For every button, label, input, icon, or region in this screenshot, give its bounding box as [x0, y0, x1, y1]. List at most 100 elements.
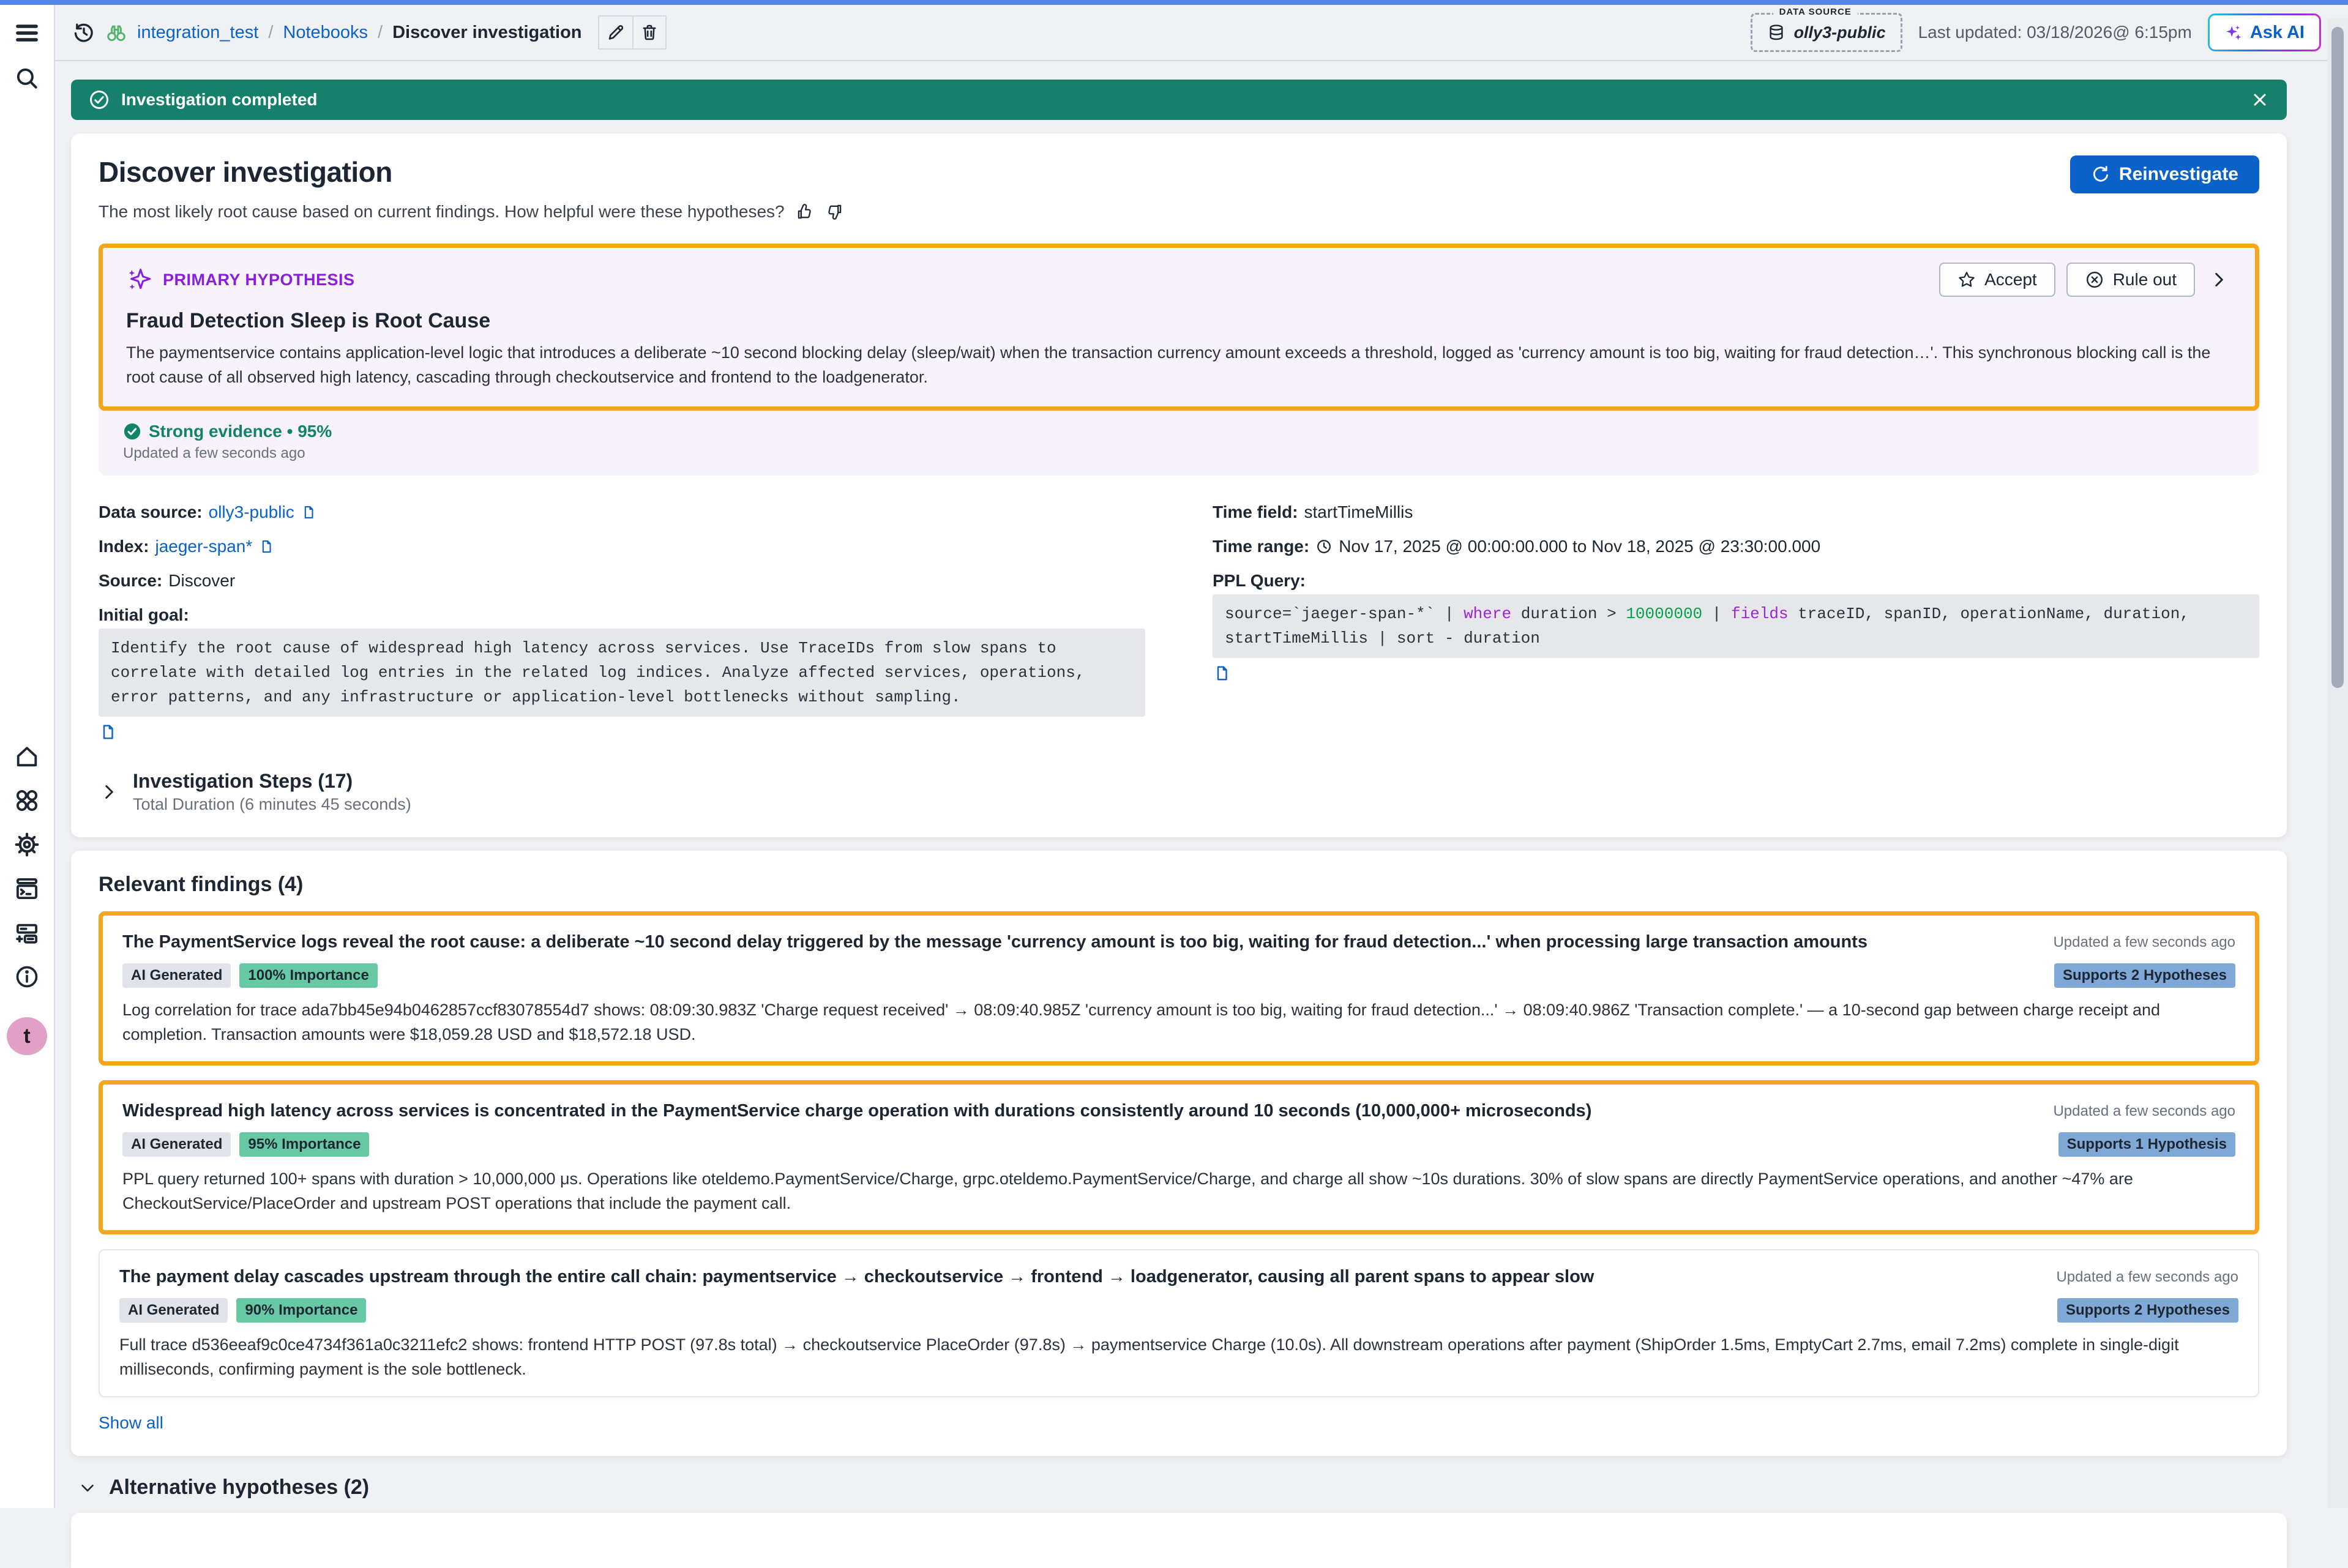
show-all-link[interactable]: Show all: [99, 1413, 163, 1433]
clock-icon: [1315, 538, 1333, 555]
data-source-chip[interactable]: DATA SOURCE olly3-public: [1751, 13, 1902, 52]
menu-hamburger-icon[interactable]: [12, 18, 42, 48]
data-source-label: Data source:: [99, 502, 203, 522]
next-hypothesis-chevron-icon[interactable]: [2206, 269, 2232, 290]
ppl-number: 10000000: [1626, 605, 1702, 623]
left-sidebar: t: [0, 5, 55, 1508]
page-title: Discover investigation: [99, 155, 392, 189]
supports-hypotheses-badge: Supports 2 Hypotheses: [2057, 1298, 2238, 1323]
search-icon[interactable]: [12, 64, 42, 93]
breadcrumb: integration_test / Notebooks / Discover …: [72, 21, 582, 44]
copy-icon[interactable]: [1213, 664, 1231, 682]
breadcrumb-workspace-link[interactable]: integration_test: [137, 23, 258, 43]
dev-console-icon[interactable]: [12, 874, 42, 903]
finding-body: PPL query returned 100+ spans with durat…: [122, 1167, 2235, 1215]
ai-generated-badge: AI Generated: [119, 1298, 228, 1323]
supports-hypotheses-badge: Supports 1 Hypothesis: [2058, 1132, 2235, 1157]
investigation-steps-title[interactable]: Investigation Steps (17): [133, 770, 411, 793]
info-icon[interactable]: [12, 962, 42, 991]
importance-badge: 100% Importance: [239, 963, 377, 988]
index-link[interactable]: jaeger-span*: [155, 537, 252, 556]
scrollbar-track: [2327, 18, 2348, 1508]
breadcrumb-current-page: Discover investigation: [392, 23, 581, 43]
settings-gear-icon[interactable]: [12, 830, 42, 859]
data-source-chip-value: olly3-public: [1794, 23, 1886, 42]
time-range-value: Nov 17, 2025 @ 00:00:00.000 to Nov 18, 2…: [1339, 537, 1820, 556]
relevant-findings-heading: Relevant findings (4): [99, 873, 2259, 897]
banner-close-icon[interactable]: [2250, 90, 2270, 110]
banner-message: Investigation completed: [121, 90, 318, 110]
breadcrumb-separator: /: [378, 23, 383, 43]
apps-grid-icon[interactable]: [12, 786, 42, 815]
alternative-hypothesis-card: [71, 1513, 2287, 1568]
importance-badge: 90% Importance: [236, 1298, 366, 1323]
relevant-findings-card: Relevant findings (4) The PaymentService…: [71, 851, 2287, 1456]
hypothesis-body: The paymentservice contains application-…: [126, 340, 2232, 389]
reinvestigate-button[interactable]: Reinvestigate: [2070, 155, 2259, 193]
recent-history-icon[interactable]: [72, 21, 95, 44]
user-avatar[interactable]: t: [7, 1017, 47, 1055]
rule-out-label: Rule out: [2113, 270, 2177, 289]
delete-trash-icon[interactable]: [632, 15, 667, 50]
finding-item: Widespread high latency across services …: [99, 1080, 2259, 1234]
copy-icon[interactable]: [301, 504, 316, 520]
sparkles-icon: [126, 266, 153, 293]
ppl-keyword: fields: [1731, 605, 1789, 623]
accept-button[interactable]: Accept: [1939, 263, 2055, 297]
ask-ai-label: Ask AI: [2250, 23, 2305, 43]
finding-title: The PaymentService logs reveal the root …: [122, 930, 2053, 954]
investigation-steps-chevron-icon[interactable]: [99, 782, 119, 802]
accept-label: Accept: [1984, 270, 2037, 289]
home-icon[interactable]: [12, 742, 42, 771]
notebook-actions: [598, 15, 667, 50]
top-header: integration_test / Notebooks / Discover …: [55, 5, 2348, 61]
circle-x-icon: [2085, 270, 2104, 289]
supports-hypotheses-badge: Supports 2 Hypotheses: [2054, 963, 2235, 988]
finding-item: The PaymentService logs reveal the root …: [99, 911, 2259, 1066]
sparkle-icon: [2224, 23, 2243, 42]
time-range-label: Time range:: [1213, 537, 1309, 556]
copy-icon[interactable]: [258, 539, 274, 554]
page-subtitle: The most likely root cause based on curr…: [99, 202, 785, 222]
sidebar-nav-group: t: [7, 742, 47, 1055]
star-icon: [1957, 271, 1976, 289]
ppl-plain: duration >: [1511, 605, 1626, 623]
alternative-hypotheses-heading[interactable]: Alternative hypotheses (2): [109, 1476, 369, 1499]
hypothesis-updated-text: Updated a few seconds ago: [123, 445, 2235, 462]
index-label: Index:: [99, 537, 149, 556]
finding-body: Full trace d536eeaf9c0ce4734f361a0c3211e…: [119, 1332, 2238, 1381]
reinvestigate-label: Reinvestigate: [2119, 164, 2238, 185]
importance-badge: 95% Importance: [239, 1132, 369, 1157]
rule-out-button[interactable]: Rule out: [2066, 263, 2195, 297]
ppl-query-label: PPL Query:: [1213, 571, 1306, 591]
finding-updated-text: Updated a few seconds ago: [2053, 930, 2235, 951]
copy-icon[interactable]: [99, 723, 117, 741]
data-source-link[interactable]: olly3-public: [209, 502, 294, 522]
edit-pencil-icon[interactable]: [598, 15, 632, 50]
breadcrumb-notebooks-link[interactable]: Notebooks: [283, 23, 368, 43]
details-right-column: Time field: startTimeMillis Time range: …: [1213, 502, 2259, 744]
add-panel-icon[interactable]: [12, 918, 42, 947]
thumbs-down-icon[interactable]: [825, 203, 843, 221]
finding-body: Log correlation for trace ada7bb45e94b04…: [122, 998, 2235, 1047]
workspace-binoculars-icon: [105, 21, 127, 43]
evidence-strength-text: Strong evidence • 95%: [149, 422, 332, 441]
main-content: Investigation completed Discover investi…: [55, 61, 2348, 1508]
finding-updated-text: Updated a few seconds ago: [2053, 1099, 2235, 1120]
time-field-label: Time field:: [1213, 502, 1298, 522]
finding-updated-text: Updated a few seconds ago: [2056, 1265, 2238, 1286]
investigation-steps-duration: Total Duration (6 minutes 45 seconds): [133, 795, 411, 814]
database-icon: [1767, 23, 1785, 42]
alternative-hypotheses-chevron-icon[interactable]: [78, 1479, 97, 1497]
ppl-plain: source=`jaeger-span-*` |: [1225, 605, 1464, 623]
ask-ai-button[interactable]: Ask AI: [2208, 13, 2321, 51]
initial-goal-code-block: Identify the root cause of widespread hi…: [99, 629, 1145, 717]
evidence-check-icon: [123, 422, 141, 441]
source-label: Source:: [99, 571, 162, 591]
initial-goal-label: Initial goal:: [99, 605, 189, 625]
thumbs-up-icon[interactable]: [796, 203, 814, 221]
scrollbar-thumb[interactable]: [2331, 27, 2344, 688]
ppl-query-code-block: source=`jaeger-span-*` | where duration …: [1213, 594, 2259, 658]
alternative-hypotheses-header: Alternative hypotheses (2): [71, 1476, 2287, 1499]
investigation-card: Discover investigation Reinvestigate The…: [71, 133, 2287, 837]
